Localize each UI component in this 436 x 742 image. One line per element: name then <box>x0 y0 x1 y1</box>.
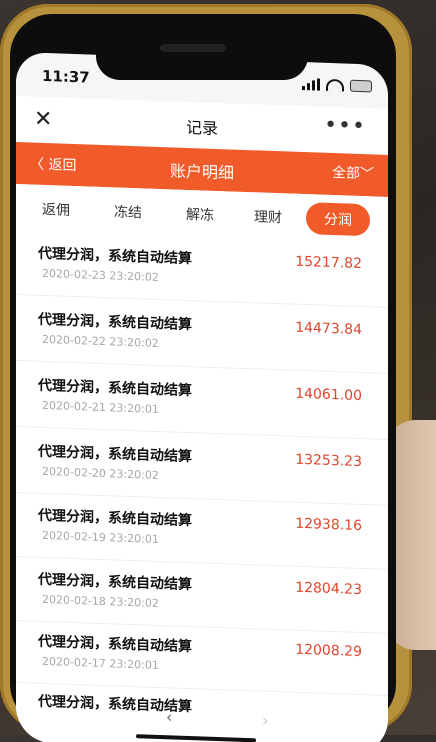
record-amount: 14061.00 <box>295 385 362 405</box>
record-title: 代理分润，系统自动结算 <box>38 245 192 268</box>
record-title: 代理分润，系统自动结算 <box>38 377 192 400</box>
tab-rebate[interactable]: 返佣 <box>42 199 70 220</box>
record-amount: 15217.82 <box>295 253 362 273</box>
speaker-grille <box>160 44 226 52</box>
tab-unfrozen[interactable]: 解冻 <box>186 204 214 225</box>
list-item[interactable]: 代理分润，系统自动结算 2020-02-19 23:20:01 12938.16 <box>16 494 388 570</box>
record-title: 代理分润，系统自动结算 <box>38 443 192 466</box>
list-item[interactable]: 代理分润，系统自动结算 2020-02-21 23:20:01 14061.00 <box>16 364 388 440</box>
record-amount: 13253.23 <box>295 451 362 471</box>
record-amount: 12804.23 <box>295 579 362 599</box>
forward-nav-icon[interactable]: › <box>262 711 268 730</box>
record-date: 2020-02-20 23:20:02 <box>42 464 159 482</box>
filter-dropdown[interactable]: 全部﹀ <box>332 162 374 183</box>
record-list: 代理分润，系统自动结算 2020-02-23 23:20:02 15217.82… <box>16 232 388 742</box>
list-item[interactable]: 代理分润，系统自动结算 2020-02-22 23:20:02 14473.84 <box>16 298 388 374</box>
record-amount: 12938.16 <box>295 515 362 535</box>
record-date: 2020-02-19 23:20:01 <box>42 528 159 546</box>
phone-screen: 11:37 ✕ 记录 ••• 〈 返回 账户明细 全部﹀ 返佣 冻结 解冻 理财… <box>10 52 396 742</box>
battery-icon <box>350 79 372 93</box>
record-date: 2020-02-17 23:20:01 <box>42 654 159 672</box>
record-title: 代理分润，系统自动结算 <box>38 633 192 656</box>
record-title: 代理分润，系统自动结算 <box>38 507 192 530</box>
tab-finance[interactable]: 理财 <box>254 206 282 227</box>
list-item[interactable]: 代理分润，系统自动结算 2020-02-23 23:20:02 15217.82 <box>16 232 388 308</box>
wifi-icon <box>326 78 344 92</box>
record-date: 2020-02-18 23:20:02 <box>42 592 159 610</box>
phone-bezel: 11:37 ✕ 记录 ••• 〈 返回 账户明细 全部﹀ 返佣 冻结 解冻 理财… <box>10 14 396 742</box>
record-date: 2020-02-21 23:20:01 <box>42 398 159 416</box>
record-amount: 14473.84 <box>295 319 362 339</box>
record-title: 代理分润，系统自动结算 <box>38 311 192 334</box>
status-time: 11:37 <box>42 66 90 87</box>
back-nav-icon[interactable]: ‹ <box>166 707 172 726</box>
phone-notch <box>96 36 308 80</box>
record-title: 代理分润，系统自动结算 <box>38 571 192 594</box>
record-amount: 12008.29 <box>295 641 362 661</box>
tab-profit-share[interactable]: 分润 <box>306 202 370 237</box>
record-date: 2020-02-22 23:20:02 <box>42 332 159 350</box>
more-icon[interactable]: ••• <box>324 113 366 139</box>
app-viewport: 11:37 ✕ 记录 ••• 〈 返回 账户明细 全部﹀ 返佣 冻结 解冻 理财… <box>16 52 388 742</box>
status-icons <box>302 78 372 93</box>
record-date: 2020-02-23 23:20:02 <box>42 266 159 284</box>
signal-icon <box>302 78 320 91</box>
list-item[interactable]: 代理分润，系统自动结算 2020-02-20 23:20:02 13253.23 <box>16 430 388 506</box>
tab-frozen[interactable]: 冻结 <box>114 201 142 222</box>
